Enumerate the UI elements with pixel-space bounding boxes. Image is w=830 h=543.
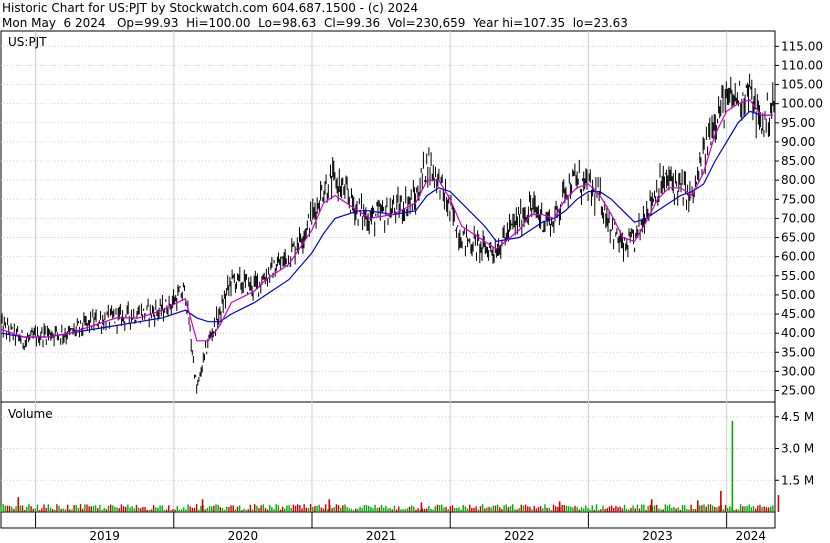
price-tick-label: 55.00 xyxy=(781,269,815,283)
year-label: 2023 xyxy=(642,529,673,543)
price-tick-label: 100.00 xyxy=(781,97,823,111)
price-tick-label: 85.00 xyxy=(781,154,815,168)
price-axis: 115.00 110.00 105.00 100.00 95.00 90.00 85.00 8… xyxy=(775,39,823,398)
volume-tick-label: 4.5 M xyxy=(781,410,814,424)
date-axis-frame xyxy=(0,511,776,529)
volume-tick-label: 1.5 M xyxy=(781,473,814,487)
price-tick-label: 45.00 xyxy=(781,307,815,321)
volume-tick-label: 3.0 M xyxy=(781,442,814,456)
price-panel-frame xyxy=(0,30,776,403)
price-tick-label: 40.00 xyxy=(781,326,815,340)
volume-label: Volume xyxy=(8,407,53,421)
price-tick-label: 25.00 xyxy=(781,384,815,398)
stock-chart: 115.00 110.00 105.00 100.00 95.00 90.00 85.00 8… xyxy=(0,30,823,543)
symbol-label: US:PJT xyxy=(8,35,47,49)
price-tick-label: 75.00 xyxy=(781,192,815,206)
year-label: 2021 xyxy=(366,529,397,543)
year-label: 2019 xyxy=(89,529,120,543)
year-label: 2022 xyxy=(504,529,535,543)
volume-axis: 4.5 M 3.0 M 1.5 M xyxy=(775,410,814,487)
volume-panel-frame xyxy=(0,401,776,513)
price-tick-label: 30.00 xyxy=(781,364,815,378)
price-tick-label: 60.00 xyxy=(781,250,815,264)
price-tick-label: 90.00 xyxy=(781,135,815,149)
price-tick-label: 35.00 xyxy=(781,345,815,359)
price-tick-label: 110.00 xyxy=(781,58,823,72)
price-tick-label: 115.00 xyxy=(781,39,823,53)
price-tick-label: 65.00 xyxy=(781,231,815,245)
price-tick-label: 70.00 xyxy=(781,211,815,225)
year-label: 2020 xyxy=(228,529,259,543)
price-tick-label: 105.00 xyxy=(781,78,823,92)
price-tick-label: 95.00 xyxy=(781,116,815,130)
year-label: 2024 xyxy=(736,529,767,543)
price-tick-label: 80.00 xyxy=(781,173,815,187)
price-tick-label: 50.00 xyxy=(781,288,815,302)
